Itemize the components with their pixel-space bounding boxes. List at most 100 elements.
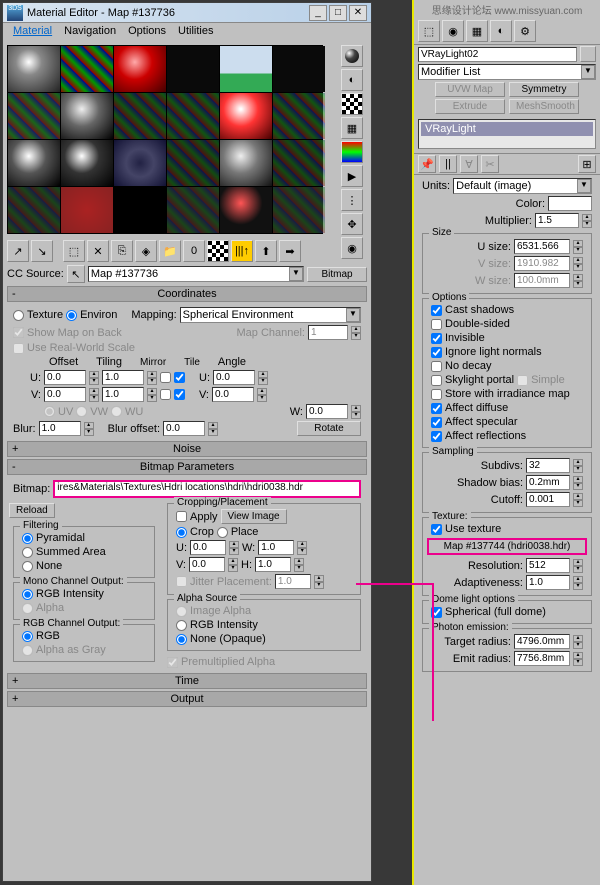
shadowbias-input[interactable] (526, 475, 570, 490)
u-offset[interactable] (44, 370, 86, 385)
nodecay-check[interactable] (431, 361, 442, 372)
select-icon[interactable]: ✥ (341, 213, 363, 235)
v-tiling[interactable] (102, 387, 144, 402)
u-tile[interactable] (174, 372, 185, 383)
thumb[interactable] (220, 187, 272, 233)
map-name-dropdown[interactable]: Map #137736▼ (88, 266, 304, 282)
u-tiling[interactable] (102, 370, 144, 385)
pick-icon[interactable]: ↖ (67, 265, 85, 283)
effects-icon[interactable]: 0 (183, 240, 205, 262)
crop-u[interactable] (190, 540, 226, 555)
blur-input[interactable] (39, 421, 81, 436)
v-offset[interactable] (44, 387, 86, 402)
w-angle[interactable] (306, 404, 348, 419)
options-icon[interactable]: ⋮ (341, 189, 363, 211)
sample-type-icon[interactable] (341, 45, 363, 67)
invis-check[interactable] (431, 333, 442, 344)
store-check[interactable] (431, 389, 442, 400)
background-icon[interactable] (341, 93, 363, 115)
thumb[interactable] (114, 93, 166, 139)
thumb[interactable] (8, 187, 60, 233)
target-input[interactable] (514, 634, 570, 649)
ignore-check[interactable] (431, 347, 442, 358)
make-unique-icon[interactable]: ◈ (135, 240, 157, 262)
show-map-icon[interactable] (207, 240, 229, 262)
thumb[interactable] (220, 140, 272, 186)
v-angle[interactable] (212, 387, 254, 402)
reload-button[interactable]: Reload (9, 503, 55, 518)
u-angle[interactable] (213, 370, 255, 385)
assign-icon[interactable]: ⬚ (63, 240, 85, 262)
thumb[interactable] (8, 140, 60, 186)
show-end-icon[interactable]: |||↑ (231, 240, 253, 262)
time-rollup[interactable]: +Time (7, 673, 367, 689)
go-sibling-icon[interactable]: ➡ (279, 240, 301, 262)
mono-rgb-radio[interactable] (22, 589, 33, 600)
summed-radio[interactable] (22, 547, 33, 558)
modifier-list-dropdown[interactable]: Modifier List▼ (418, 64, 596, 80)
uvw-button[interactable]: UVW Map (435, 82, 505, 97)
thumb[interactable] (61, 187, 113, 233)
color-picker[interactable] (548, 196, 592, 211)
thumb[interactable] (167, 46, 219, 92)
thumb[interactable] (273, 140, 325, 186)
noise-rollup[interactable]: +Noise (7, 441, 367, 457)
copy-icon[interactable]: ⎘ (111, 240, 133, 262)
video-check-icon[interactable] (341, 141, 363, 163)
usize-input[interactable] (514, 239, 570, 254)
thumb[interactable] (114, 187, 166, 233)
tab-icon[interactable]: ▦ (466, 20, 488, 42)
menu-utilities[interactable]: Utilities (172, 25, 219, 39)
output-rollup[interactable]: +Output (7, 691, 367, 707)
specular-check[interactable] (431, 417, 442, 428)
crop-h[interactable] (255, 557, 291, 572)
bitmap-button[interactable]: Bitmap (307, 267, 367, 282)
diffuse-check[interactable] (431, 403, 442, 414)
noneop-radio[interactable] (176, 634, 187, 645)
thumb[interactable] (8, 93, 60, 139)
color-swatch[interactable] (580, 46, 596, 62)
thumb[interactable] (61, 93, 113, 139)
bitmap-path[interactable]: ires&Materials\Textures\Hdri locations\h… (53, 480, 361, 498)
thumb[interactable] (114, 46, 166, 92)
cast-check[interactable] (431, 305, 442, 316)
configure-icon[interactable]: ⊞ (578, 155, 596, 173)
double-check[interactable] (431, 319, 442, 330)
get-material-icon[interactable]: ↗ (7, 240, 29, 262)
u-mirror[interactable] (160, 372, 171, 383)
subdivs-input[interactable] (526, 458, 570, 473)
go-parent-icon[interactable]: ⬆ (255, 240, 277, 262)
crop-w[interactable] (258, 540, 294, 555)
meshsmooth-button[interactable]: MeshSmooth (509, 99, 579, 114)
thumb[interactable] (273, 187, 325, 233)
sample-uv-icon[interactable]: ▦ (341, 117, 363, 139)
menu-material[interactable]: Material (7, 25, 58, 39)
put-library-icon[interactable]: 📁 (159, 240, 181, 262)
show-icon[interactable]: || (439, 155, 457, 173)
texture-radio[interactable] (13, 310, 24, 321)
cutoff-input[interactable] (526, 492, 570, 507)
environ-radio[interactable] (66, 310, 77, 321)
maximize-button[interactable]: □ (329, 5, 347, 21)
thumb[interactable] (114, 140, 166, 186)
thumb[interactable] (220, 46, 272, 92)
mapping-dropdown[interactable]: Spherical Environment▼ (180, 307, 361, 323)
bluroffset-input[interactable] (163, 421, 205, 436)
place-radio[interactable] (217, 527, 228, 538)
none-radio[interactable] (22, 561, 33, 572)
emit-input[interactable] (514, 651, 570, 666)
thumb[interactable] (167, 187, 219, 233)
material-icon[interactable]: ◉ (341, 237, 363, 259)
symmetry-button[interactable]: Symmetry (509, 82, 579, 97)
skylight-check[interactable] (431, 375, 442, 386)
tab-icon[interactable]: ⬚ (418, 20, 440, 42)
tab-icon[interactable]: ⚙ (514, 20, 536, 42)
thumb[interactable] (273, 46, 325, 92)
usetex-check[interactable] (431, 524, 442, 535)
reset-icon[interactable]: ✕ (87, 240, 109, 262)
thumb[interactable] (273, 93, 325, 139)
extrude-button[interactable]: Extrude (435, 99, 505, 114)
thumb[interactable] (167, 93, 219, 139)
apply-check[interactable] (176, 511, 187, 522)
object-name[interactable] (418, 47, 577, 62)
